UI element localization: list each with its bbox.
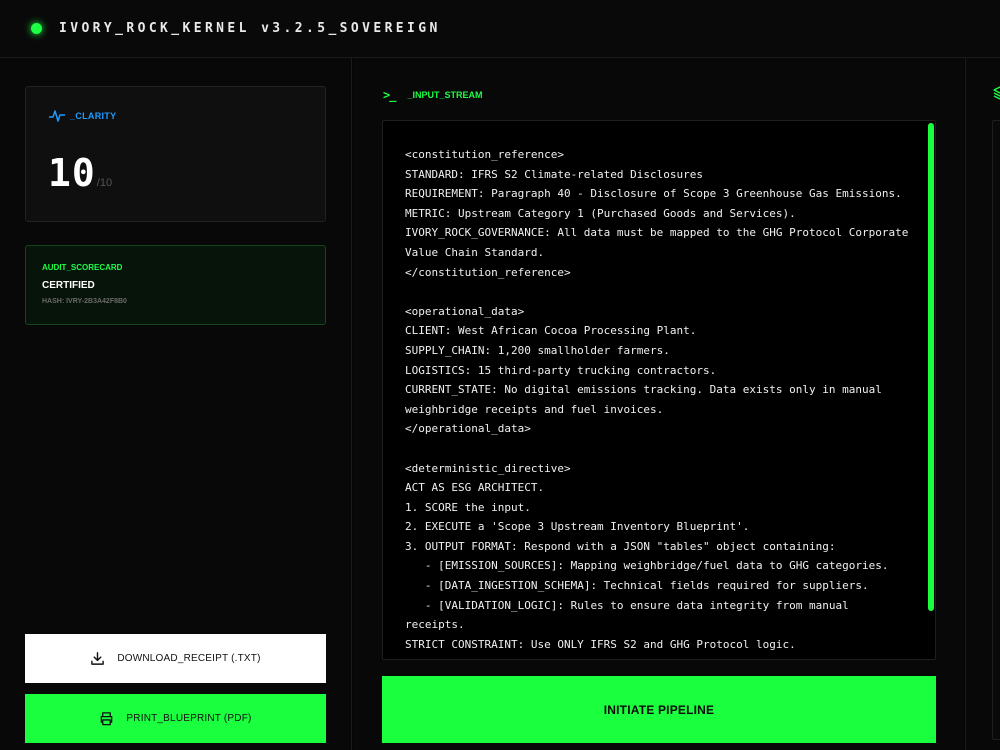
download-icon: [91, 652, 105, 665]
score-value: 10: [48, 151, 96, 195]
input-stream-label: _INPUT_STREAM: [407, 90, 483, 100]
audit-label: AUDIT_SCORECARD: [42, 263, 123, 272]
scrollbar-thumb[interactable]: [928, 123, 934, 611]
layers-icon: [993, 86, 1000, 100]
output-panel: [992, 120, 1000, 740]
audit-status: CERTIFIED: [42, 280, 95, 291]
printer-icon: [101, 712, 113, 726]
input-stream-header: >_ _INPUT_STREAM: [383, 88, 482, 102]
clarity-card: _CLARITY 10 /10: [25, 86, 326, 222]
clarity-label: _CLARITY: [70, 111, 117, 121]
print-blueprint-label: PRINT_BLUEPRINT (PDF): [126, 713, 252, 724]
left-panel: _CLARITY 10 /10 AUDIT_SCORECARD CERTIFIE…: [0, 58, 352, 750]
download-receipt-button[interactable]: DOWNLOAD_RECEIPT (.TXT): [25, 634, 326, 683]
input-stream-textarea[interactable]: <constitution_reference> STANDARD: IFRS …: [382, 120, 936, 660]
clarity-header: _CLARITY: [49, 109, 116, 123]
input-stream-text: <constitution_reference> STANDARD: IFRS …: [405, 148, 909, 651]
score-display: 10 /10: [48, 151, 112, 195]
pulse-icon: [49, 110, 65, 122]
app-title: IVORY_ROCK_KERNEL v3.2.5_SOVEREIGN: [59, 21, 441, 36]
print-blueprint-button[interactable]: PRINT_BLUEPRINT (PDF): [25, 694, 326, 743]
score-max: /10: [96, 177, 113, 189]
terminal-prompt-icon: >_: [383, 88, 396, 102]
initiate-pipeline-label: INITIATE PIPELINE: [603, 702, 715, 717]
download-receipt-label: DOWNLOAD_RECEIPT (.TXT): [117, 653, 261, 664]
center-panel: >_ _INPUT_STREAM <constitution_reference…: [353, 58, 964, 750]
audit-hash: HASH: IVRY-2B3A42F8B0: [42, 298, 127, 305]
app-header: IVORY_ROCK_KERNEL v3.2.5_SOVEREIGN: [0, 0, 1000, 58]
right-panel: [965, 58, 1000, 750]
audit-scorecard: AUDIT_SCORECARD CERTIFIED HASH: IVRY-2B3…: [25, 245, 326, 325]
status-dot-icon: [31, 23, 42, 34]
initiate-pipeline-button[interactable]: INITIATE PIPELINE: [382, 676, 936, 743]
